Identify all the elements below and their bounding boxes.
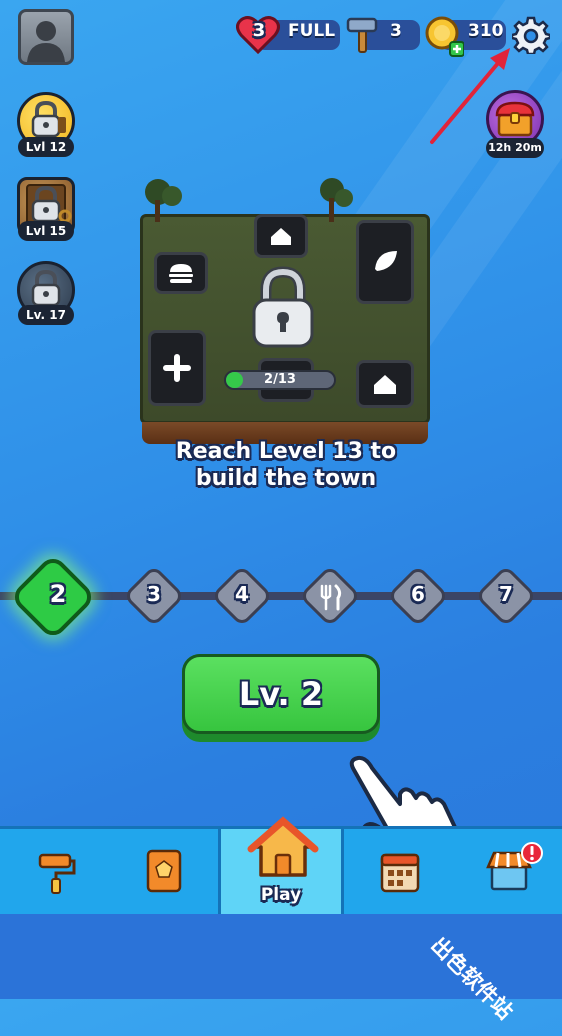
nav-play-label: Play: [260, 885, 302, 905]
nav-calendar[interactable]: [344, 829, 454, 914]
level-node-6-label: 6: [411, 582, 425, 606]
tile-leaf[interactable]: [356, 220, 414, 304]
lock-level-label-15: Lvl 15: [18, 221, 74, 241]
burger-icon: [169, 264, 193, 283]
lock-level-label-17: Lv. 17: [18, 305, 74, 325]
calendar-icon: [380, 853, 420, 893]
tree-icon: [320, 178, 353, 222]
nav-shop[interactable]: [454, 829, 562, 914]
town-message-line2: build the town: [195, 466, 377, 491]
house-icon: [271, 228, 291, 245]
town-padlock-icon: [252, 266, 314, 348]
tile-house-top[interactable]: [254, 214, 308, 258]
tile-house-bottom[interactable]: [356, 360, 414, 408]
notification-alert-icon: [521, 842, 543, 864]
tile-add[interactable]: [148, 330, 206, 406]
book-icon: [146, 849, 182, 893]
town-unlock-message: Reach Level 13 to build the town: [100, 438, 472, 492]
town-progress-text: 2/13: [264, 372, 296, 387]
tree-icon: [145, 179, 182, 222]
chest-timer: 12h 20m: [486, 138, 544, 158]
level-node-3-label: 3: [147, 582, 161, 606]
nav-customize[interactable]: [0, 829, 110, 914]
plus-icon: [163, 354, 191, 382]
fork-knife-icon: [320, 584, 342, 611]
profile-avatar[interactable]: [18, 9, 74, 65]
level-node-4-label: 4: [235, 582, 249, 606]
paint-roller-icon: [38, 853, 76, 894]
lives-status: FULL: [288, 21, 336, 41]
level-node-7-label: 7: [499, 582, 513, 606]
hammers-count: 3: [390, 21, 402, 41]
town-message-line1: Reach Level 13 to: [175, 439, 397, 464]
level-node-current-label: 2: [49, 580, 67, 608]
tile-burger[interactable]: [154, 252, 208, 294]
nav-play-tab[interactable]: Play: [218, 816, 344, 914]
house-icon: [374, 375, 396, 394]
nav-collection[interactable]: [110, 829, 218, 914]
leaf-icon: [375, 251, 397, 271]
user-silhouette-icon: [27, 21, 65, 62]
lock-level-label-12: Lvl 12: [18, 137, 74, 157]
lives-count: 3: [252, 20, 266, 41]
play-level-button[interactable]: Lv. 2: [182, 654, 380, 734]
coins-count: 310: [468, 21, 504, 41]
home-icon: [247, 816, 319, 877]
hammer-icon: [346, 17, 378, 53]
settings-gear-icon[interactable]: [512, 16, 550, 54]
